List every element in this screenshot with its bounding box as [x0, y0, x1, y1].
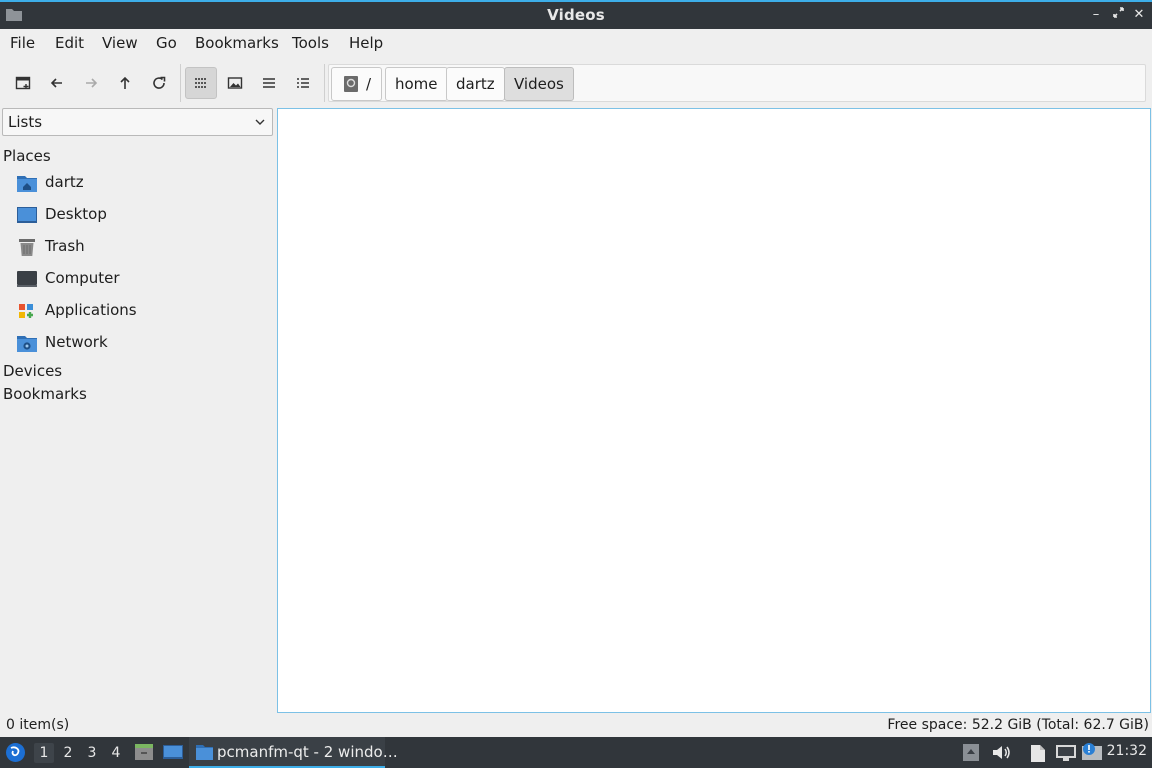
status-bar: 0 item(s) Free space: 52.2 GiB (Total: 6… — [0, 715, 1152, 737]
desktop-switch-2[interactable]: 2 — [58, 743, 78, 763]
new-tab-icon — [15, 76, 31, 90]
network-tray-icon[interactable] — [1055, 743, 1077, 762]
free-space: Free space: 52.2 GiB (Total: 62.7 GiB) — [887, 717, 1149, 733]
toolbar-separator — [324, 64, 325, 102]
icon-view-button[interactable] — [185, 67, 217, 99]
applications-icon — [19, 304, 33, 318]
home-folder-icon — [17, 176, 37, 192]
volume-icon[interactable] — [991, 743, 1011, 762]
reload-icon — [153, 76, 166, 89]
menu-bar: File Edit View Go Bookmarks Tools Help — [0, 29, 1152, 57]
icon-view-icon — [195, 78, 206, 88]
toolbar-separator — [180, 64, 181, 102]
desktop-switch-4[interactable]: 4 — [106, 743, 126, 763]
drive-icon — [344, 76, 358, 92]
menu-edit[interactable]: Edit — [55, 34, 84, 52]
toolbar: / home dartz Videos — [0, 58, 1152, 106]
trash-icon — [19, 239, 35, 256]
crumb-root-label: / — [366, 75, 372, 93]
task-button-label: pcmanfm-qt - 2 windo… — [217, 743, 398, 761]
place-label: Applications — [45, 301, 137, 319]
start-menu-icon[interactable] — [5, 742, 26, 763]
clock[interactable]: 21:32 — [1107, 743, 1147, 759]
place-label: dartz — [45, 173, 84, 191]
clipboard-icon[interactable] — [1028, 742, 1048, 763]
maximize-icon — [1112, 7, 1124, 18]
file-view[interactable] — [277, 108, 1151, 713]
place-label: Desktop — [45, 205, 107, 223]
section-bookmarks[interactable]: Bookmarks — [3, 385, 87, 403]
update-notifier-icon[interactable] — [1081, 742, 1103, 762]
title-bar[interactable]: Videos – ✕ — [0, 0, 1152, 29]
detailed-list-icon — [297, 78, 309, 88]
side-pane-mode-value: Lists — [8, 113, 43, 131]
back-button[interactable] — [41, 67, 73, 99]
side-pane-mode-select[interactable]: Lists — [2, 108, 273, 136]
menu-help[interactable]: Help — [349, 34, 383, 52]
back-icon — [50, 78, 62, 88]
compact-view-icon — [263, 78, 275, 88]
crumb-videos[interactable]: Videos — [504, 67, 574, 101]
maximize-button[interactable] — [1109, 5, 1127, 25]
place-item-trash[interactable]: Trash — [16, 234, 266, 260]
menu-file[interactable]: File — [10, 34, 35, 52]
desktop-switch-3[interactable]: 3 — [82, 743, 102, 763]
crumb-dartz[interactable]: dartz — [446, 67, 505, 101]
tray-arrow-icon[interactable] — [962, 743, 980, 762]
reload-button[interactable] — [143, 67, 175, 99]
menu-bookmarks[interactable]: Bookmarks — [195, 34, 279, 52]
computer-icon — [17, 271, 37, 287]
section-places[interactable]: Places — [3, 147, 51, 165]
show-desktop-icon[interactable] — [162, 742, 184, 762]
up-icon — [120, 76, 130, 89]
desktop-switch-1[interactable]: 1 — [34, 743, 54, 763]
minimize-button[interactable]: – — [1087, 5, 1105, 25]
path-bar: / home dartz Videos — [328, 64, 1146, 102]
menu-view[interactable]: View — [102, 34, 138, 52]
compact-view-button[interactable] — [253, 67, 285, 99]
up-button[interactable] — [109, 67, 141, 99]
thumbnail-view-icon — [227, 77, 243, 89]
section-devices[interactable]: Devices — [3, 362, 62, 380]
forward-icon — [86, 78, 98, 88]
thumbnail-view-button[interactable] — [219, 67, 251, 99]
crumb-home[interactable]: home — [385, 67, 448, 101]
detailed-list-button[interactable] — [287, 67, 319, 99]
crumb-root[interactable]: / — [331, 67, 382, 101]
task-button-pcmanfm[interactable]: pcmanfm-qt - 2 windo… — [189, 737, 398, 768]
place-item-applications[interactable]: Applications — [16, 298, 266, 324]
side-pane: Lists Places dartz Desktop Trash Compute… — [0, 108, 276, 712]
chevron-down-icon — [255, 119, 265, 125]
desktop-icon — [17, 207, 37, 223]
window-title: Videos — [547, 6, 605, 24]
item-count: 0 item(s) — [6, 717, 70, 733]
new-tab-button[interactable] — [7, 67, 39, 99]
network-folder-icon — [17, 336, 37, 352]
place-item-network[interactable]: Network — [16, 330, 266, 356]
close-button[interactable]: ✕ — [1130, 5, 1148, 25]
forward-button[interactable] — [75, 67, 107, 99]
taskbar: 1 2 3 4 pcmanfm-qt - 2 windo… 21:32 — [0, 737, 1152, 768]
folder-icon — [196, 745, 213, 760]
menu-tools[interactable]: Tools — [292, 34, 329, 52]
place-item-dartz[interactable]: dartz — [16, 170, 266, 196]
place-label: Trash — [45, 237, 85, 255]
place-item-computer[interactable]: Computer — [16, 266, 266, 292]
place-label: Network — [45, 333, 108, 351]
place-label: Computer — [45, 269, 120, 287]
menu-go[interactable]: Go — [156, 34, 177, 52]
file-manager-launcher-icon[interactable] — [134, 742, 154, 762]
place-item-desktop[interactable]: Desktop — [16, 202, 266, 228]
